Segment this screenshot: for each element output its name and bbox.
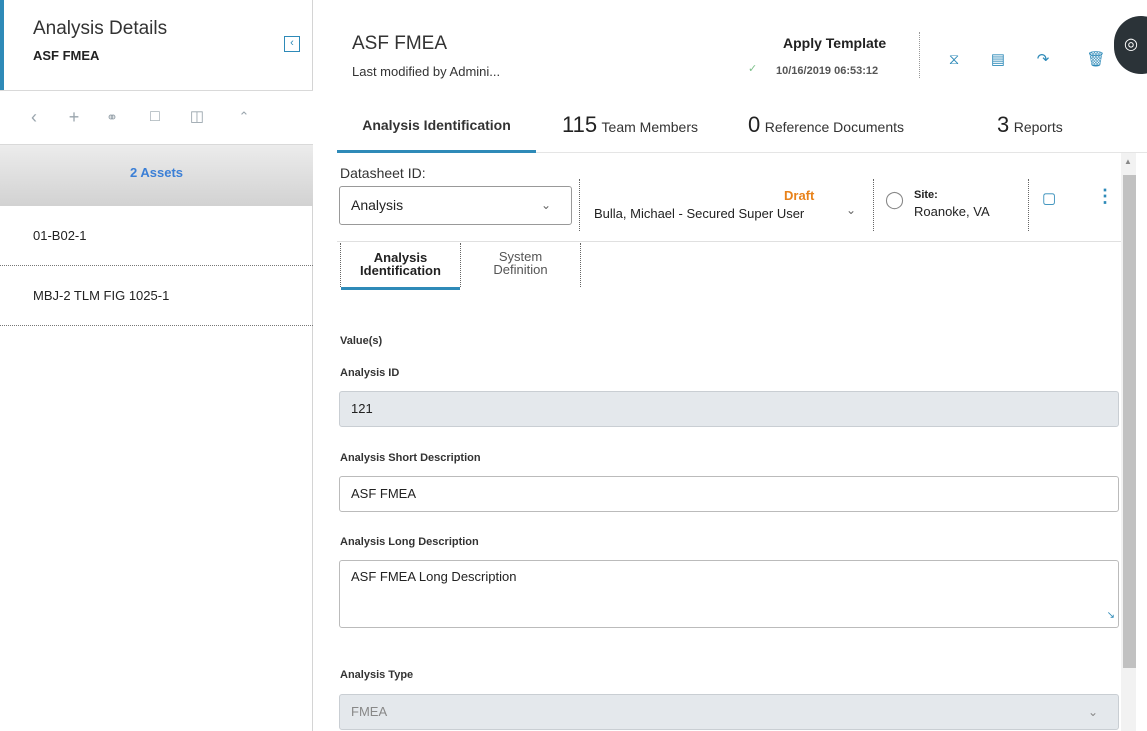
list-item[interactable]: 01-B02-1	[0, 206, 313, 266]
status-badge: Draft	[784, 188, 815, 203]
find-icon[interactable]: ⚭	[100, 105, 124, 129]
app-window: Analysis Details ASF FMEA ‹ ‹ + ⚭ □ ◫ ⌃ …	[0, 0, 1147, 731]
collapse-up-icon[interactable]: ⌃	[232, 105, 256, 129]
sandglass-icon[interactable]: ⧖	[944, 50, 964, 70]
values-heading: Value(s)	[340, 335, 383, 347]
site-value: Roanoke, VA	[914, 204, 990, 219]
last-modified-text: Last modified by Admini...	[352, 64, 501, 79]
paste-icon[interactable]: ◫	[185, 105, 209, 129]
left-panel: Analysis Details ASF FMEA ‹ ‹ + ⚭ □ ◫ ⌃ …	[0, 0, 313, 731]
tab-reports[interactable]: 3 Reports	[997, 100, 1117, 153]
tab-count: 115	[562, 112, 598, 137]
tab-label: Reference Documents	[764, 119, 904, 135]
tab-count: 0	[748, 112, 761, 137]
page-title: ASF FMEA	[352, 33, 448, 54]
short-description-label: Analysis Short Description	[340, 452, 481, 464]
owner-select[interactable]: Bulla, Michael - Secured Super User	[594, 206, 804, 221]
tab-label: Analysis Identification	[362, 117, 511, 133]
resize-handle-icon[interactable]: ↘	[1107, 607, 1115, 625]
divider	[579, 179, 580, 231]
list-item[interactable]: MBJ-2 TLM FIG 1025-1	[0, 266, 313, 326]
site-label: Site:	[914, 189, 938, 201]
chevron-down-icon: ⌄	[540, 198, 551, 212]
analysis-id-label: Analysis ID	[340, 367, 400, 379]
analysis-id-field[interactable]: 121	[339, 391, 1119, 427]
side-drawer-eye-icon[interactable]: ◎	[1114, 16, 1147, 74]
apply-template-button[interactable]: Apply Template	[783, 35, 886, 51]
panel-subtitle: ASF FMEA	[33, 48, 100, 63]
subtab-analysis-identification[interactable]: Analysis Identification	[341, 243, 460, 290]
save-icon[interactable]: ▢	[1042, 189, 1056, 207]
asset-toolbar: ‹ + ⚭ □ ◫ ⌃	[0, 90, 313, 145]
analysis-type-label: Analysis Type	[340, 669, 414, 681]
subtab-label: Definition	[493, 262, 548, 277]
subtab-label: Identification	[360, 263, 441, 278]
delete-icon[interactable]: 🗑	[1086, 50, 1106, 70]
export-icon[interactable]: ↷	[1033, 50, 1053, 70]
long-description-field[interactable]: ASF FMEA Long Description ↘	[339, 560, 1119, 628]
tab-reference-documents[interactable]: 0 Reference Documents	[748, 100, 948, 153]
scrollbar-thumb[interactable]	[1123, 175, 1136, 668]
datasheet-select[interactable]: Analysis ⌄	[339, 186, 572, 225]
modified-date: 10/16/2019 06:53:12	[776, 65, 879, 77]
location-pin-icon: ◯	[885, 190, 905, 209]
collapse-panel-icon[interactable]: ‹	[284, 36, 300, 52]
divider	[873, 179, 874, 231]
assets-header[interactable]: 2 Assets	[0, 145, 313, 206]
tab-label: Team Members	[601, 119, 698, 135]
divider	[1028, 179, 1029, 231]
more-options-icon[interactable]: ⋮	[1096, 186, 1114, 207]
selection-accent-bar	[0, 0, 4, 90]
copy-icon[interactable]: □	[143, 105, 167, 129]
long-description-label: Analysis Long Description	[340, 536, 479, 548]
report-icon[interactable]: ▤	[988, 50, 1008, 70]
back-icon[interactable]: ‹	[22, 105, 46, 129]
datasheet-value: Analysis	[351, 197, 404, 213]
chevron-down-icon: ⌄	[1087, 705, 1098, 719]
check-icon: ✓	[748, 63, 758, 75]
tab-count: 3	[997, 112, 1010, 137]
long-description-text: ASF FMEA Long Description	[351, 569, 517, 584]
tab-analysis-identification[interactable]: Analysis Identification	[337, 100, 536, 153]
short-description-field[interactable]: ASF FMEA	[339, 476, 1119, 512]
datasheet-label: Datasheet ID:	[340, 165, 426, 181]
divider	[580, 243, 581, 287]
scroll-up-icon[interactable]: ▲	[1124, 157, 1132, 166]
main-tabs: Analysis Identification 115 Team Members…	[337, 100, 1147, 153]
divider	[337, 241, 1122, 242]
subtab-system-definition[interactable]: System Definition	[461, 243, 580, 290]
tab-label: Reports	[1013, 119, 1063, 135]
add-icon[interactable]: +	[62, 105, 86, 129]
analysis-type-select[interactable]: FMEA ⌄	[339, 694, 1119, 730]
chevron-down-icon[interactable]: ⌄	[846, 203, 856, 217]
analysis-type-value: FMEA	[351, 704, 388, 719]
header-divider	[919, 32, 920, 78]
tab-team-members[interactable]: 115 Team Members	[562, 100, 722, 153]
panel-title: Analysis Details	[33, 18, 168, 39]
